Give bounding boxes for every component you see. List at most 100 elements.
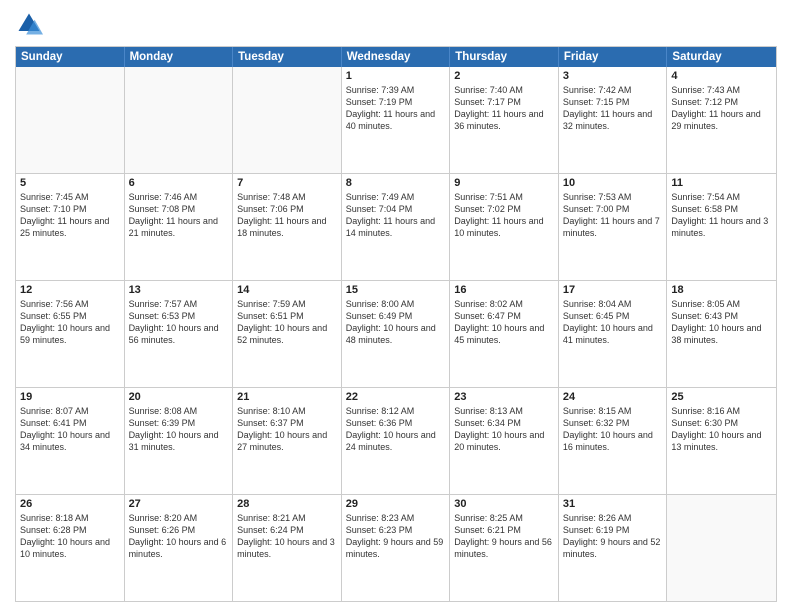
cell-info: Sunrise: 8:20 AMSunset: 6:26 PMDaylight:… xyxy=(129,512,229,561)
cell-info: Sunrise: 8:05 AMSunset: 6:43 PMDaylight:… xyxy=(671,298,772,347)
day-number: 19 xyxy=(20,391,120,403)
logo-icon xyxy=(15,10,43,38)
day-number: 10 xyxy=(563,177,663,189)
day-number: 24 xyxy=(563,391,663,403)
cell-info: Sunrise: 8:04 AMSunset: 6:45 PMDaylight:… xyxy=(563,298,663,347)
calendar-cell-1-2: 7 Sunrise: 7:48 AMSunset: 7:06 PMDaylight… xyxy=(233,174,342,280)
page: SundayMondayTuesdayWednesdayThursdayFrid… xyxy=(0,0,792,612)
cell-info: Sunrise: 7:40 AMSunset: 7:17 PMDaylight:… xyxy=(454,84,554,133)
cell-info: Sunrise: 7:43 AMSunset: 7:12 PMDaylight:… xyxy=(671,84,772,133)
day-number: 28 xyxy=(237,498,337,510)
calendar-cell-4-2: 28 Sunrise: 8:21 AMSunset: 6:24 PMDayligh… xyxy=(233,495,342,601)
calendar-body: 1Sunrise: 7:39 AMSunset: 7:19 PMDaylight… xyxy=(16,67,776,601)
calendar-cell-2-6: 18 Sunrise: 8:05 AMSunset: 6:43 PMDayligh… xyxy=(667,281,776,387)
calendar-cell-0-3: 1Sunrise: 7:39 AMSunset: 7:19 PMDaylight… xyxy=(342,67,451,173)
day-number: 11 xyxy=(671,177,772,189)
calendar-cell-1-6: 11 Sunrise: 7:54 AMSunset: 6:58 PMDayligh… xyxy=(667,174,776,280)
day-number: 12 xyxy=(20,284,120,296)
cell-info: Sunrise: 8:23 AMSunset: 6:23 PMDaylight:… xyxy=(346,512,446,561)
cell-info: Sunrise: 8:08 AMSunset: 6:39 PMDaylight:… xyxy=(129,405,229,454)
cell-info: Sunrise: 8:00 AMSunset: 6:49 PMDaylight:… xyxy=(346,298,446,347)
cell-info: Sunrise: 7:46 AMSunset: 7:08 PMDaylight:… xyxy=(129,191,229,240)
cell-info: Sunrise: 7:54 AMSunset: 6:58 PMDaylight:… xyxy=(671,191,772,240)
day-number: 29 xyxy=(346,498,446,510)
day-number: 5 xyxy=(20,177,120,189)
cell-info: Sunrise: 7:48 AMSunset: 7:06 PMDaylight:… xyxy=(237,191,337,240)
calendar-cell-3-1: 20 Sunrise: 8:08 AMSunset: 6:39 PMDayligh… xyxy=(125,388,234,494)
logo xyxy=(15,10,47,38)
calendar-row-0: 1Sunrise: 7:39 AMSunset: 7:19 PMDaylight… xyxy=(16,67,776,174)
calendar-cell-4-0: 26 Sunrise: 8:18 AMSunset: 6:28 PMDayligh… xyxy=(16,495,125,601)
calendar-cell-0-6: 4 Sunrise: 7:43 AMSunset: 7:12 PMDaylight… xyxy=(667,67,776,173)
calendar-cell-0-1 xyxy=(125,67,234,173)
day-number: 26 xyxy=(20,498,120,510)
calendar-cell-3-4: 23Sunrise: 8:13 AMSunset: 6:34 PMDayligh… xyxy=(450,388,559,494)
header-day-monday: Monday xyxy=(125,47,234,67)
day-number: 7 xyxy=(237,177,337,189)
calendar-cell-3-3: 22 Sunrise: 8:12 AMSunset: 6:36 PMDayligh… xyxy=(342,388,451,494)
day-number: 22 xyxy=(346,391,446,403)
calendar-cell-1-4: 9Sunrise: 7:51 AMSunset: 7:02 PMDaylight… xyxy=(450,174,559,280)
calendar-cell-0-2 xyxy=(233,67,342,173)
calendar-cell-1-5: 10 Sunrise: 7:53 AMSunset: 7:00 PMDayligh… xyxy=(559,174,668,280)
cell-info: Sunrise: 8:15 AMSunset: 6:32 PMDaylight:… xyxy=(563,405,663,454)
calendar-cell-0-5: 3 Sunrise: 7:42 AMSunset: 7:15 PMDaylight… xyxy=(559,67,668,173)
cell-info: Sunrise: 8:16 AMSunset: 6:30 PMDaylight:… xyxy=(671,405,772,454)
day-number: 31 xyxy=(563,498,663,510)
day-number: 8 xyxy=(346,177,446,189)
calendar-cell-2-2: 14 Sunrise: 7:59 AMSunset: 6:51 PMDayligh… xyxy=(233,281,342,387)
cell-info: Sunrise: 8:10 AMSunset: 6:37 PMDaylight:… xyxy=(237,405,337,454)
day-number: 21 xyxy=(237,391,337,403)
cell-info: Sunrise: 7:45 AMSunset: 7:10 PMDaylight:… xyxy=(20,191,120,240)
calendar-cell-2-1: 13 Sunrise: 7:57 AMSunset: 6:53 PMDayligh… xyxy=(125,281,234,387)
day-number: 18 xyxy=(671,284,772,296)
calendar-cell-4-1: 27Sunrise: 8:20 AMSunset: 6:26 PMDayligh… xyxy=(125,495,234,601)
calendar: SundayMondayTuesdayWednesdayThursdayFrid… xyxy=(15,46,777,602)
calendar-cell-2-5: 17Sunrise: 8:04 AMSunset: 6:45 PMDayligh… xyxy=(559,281,668,387)
cell-info: Sunrise: 7:59 AMSunset: 6:51 PMDaylight:… xyxy=(237,298,337,347)
calendar-cell-4-6 xyxy=(667,495,776,601)
day-number: 6 xyxy=(129,177,229,189)
calendar-cell-3-0: 19 Sunrise: 8:07 AMSunset: 6:41 PMDayligh… xyxy=(16,388,125,494)
calendar-cell-3-6: 25 Sunrise: 8:16 AMSunset: 6:30 PMDayligh… xyxy=(667,388,776,494)
day-number: 2 xyxy=(454,70,554,82)
cell-info: Sunrise: 7:53 AMSunset: 7:00 PMDaylight:… xyxy=(563,191,663,240)
cell-info: Sunrise: 8:07 AMSunset: 6:41 PMDaylight:… xyxy=(20,405,120,454)
calendar-cell-1-3: 8Sunrise: 7:49 AMSunset: 7:04 PMDaylight… xyxy=(342,174,451,280)
cell-info: Sunrise: 7:57 AMSunset: 6:53 PMDaylight:… xyxy=(129,298,229,347)
calendar-cell-2-4: 16Sunrise: 8:02 AMSunset: 6:47 PMDayligh… xyxy=(450,281,559,387)
header-day-saturday: Saturday xyxy=(667,47,776,67)
header-day-tuesday: Tuesday xyxy=(233,47,342,67)
cell-info: Sunrise: 8:25 AMSunset: 6:21 PMDaylight:… xyxy=(454,512,554,561)
calendar-cell-1-1: 6 Sunrise: 7:46 AMSunset: 7:08 PMDaylight… xyxy=(125,174,234,280)
day-number: 23 xyxy=(454,391,554,403)
cell-info: Sunrise: 7:39 AMSunset: 7:19 PMDaylight:… xyxy=(346,84,446,133)
day-number: 25 xyxy=(671,391,772,403)
cell-info: Sunrise: 8:02 AMSunset: 6:47 PMDaylight:… xyxy=(454,298,554,347)
header xyxy=(15,10,777,38)
calendar-row-1: 5 Sunrise: 7:45 AMSunset: 7:10 PMDaylight… xyxy=(16,174,776,281)
day-number: 15 xyxy=(346,284,446,296)
cell-info: Sunrise: 7:56 AMSunset: 6:55 PMDaylight:… xyxy=(20,298,120,347)
cell-info: Sunrise: 8:21 AMSunset: 6:24 PMDaylight:… xyxy=(237,512,337,561)
calendar-cell-4-5: 31 Sunrise: 8:26 AMSunset: 6:19 PMDayligh… xyxy=(559,495,668,601)
calendar-cell-3-5: 24 Sunrise: 8:15 AMSunset: 6:32 PMDayligh… xyxy=(559,388,668,494)
calendar-cell-3-2: 21 Sunrise: 8:10 AMSunset: 6:37 PMDayligh… xyxy=(233,388,342,494)
calendar-cell-4-3: 29 Sunrise: 8:23 AMSunset: 6:23 PMDayligh… xyxy=(342,495,451,601)
day-number: 14 xyxy=(237,284,337,296)
day-number: 4 xyxy=(671,70,772,82)
cell-info: Sunrise: 8:12 AMSunset: 6:36 PMDaylight:… xyxy=(346,405,446,454)
day-number: 3 xyxy=(563,70,663,82)
cell-info: Sunrise: 7:51 AMSunset: 7:02 PMDaylight:… xyxy=(454,191,554,240)
header-day-thursday: Thursday xyxy=(450,47,559,67)
day-number: 13 xyxy=(129,284,229,296)
calendar-header: SundayMondayTuesdayWednesdayThursdayFrid… xyxy=(16,47,776,67)
cell-info: Sunrise: 8:18 AMSunset: 6:28 PMDaylight:… xyxy=(20,512,120,561)
day-number: 30 xyxy=(454,498,554,510)
cell-info: Sunrise: 8:26 AMSunset: 6:19 PMDaylight:… xyxy=(563,512,663,561)
day-number: 20 xyxy=(129,391,229,403)
calendar-row-3: 19 Sunrise: 8:07 AMSunset: 6:41 PMDayligh… xyxy=(16,388,776,495)
cell-info: Sunrise: 7:42 AMSunset: 7:15 PMDaylight:… xyxy=(563,84,663,133)
calendar-cell-0-4: 2 Sunrise: 7:40 AMSunset: 7:17 PMDaylight… xyxy=(450,67,559,173)
calendar-cell-1-0: 5 Sunrise: 7:45 AMSunset: 7:10 PMDaylight… xyxy=(16,174,125,280)
